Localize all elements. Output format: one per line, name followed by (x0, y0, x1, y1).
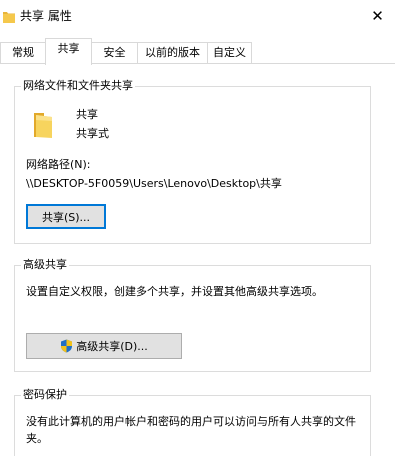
password-protection-description-line1: 没有此计算机的用户帐户和密码的用户可以访问与所有人共享的文件 (26, 415, 356, 428)
network-sharing-title: 网络文件和文件夹共享 (21, 79, 135, 93)
close-icon: ✕ (371, 7, 384, 25)
password-protection-description-line2: 夹。 (26, 432, 48, 445)
tab-security[interactable]: 安全 (91, 42, 138, 64)
network-path-value: \\DESKTOP-5F0059\Users\Lenovo\Desktop\共享 (26, 177, 282, 190)
shared-folder-icon (32, 111, 54, 139)
tab-label: 以前的版本 (145, 46, 200, 59)
tab-strip: 常规 共享 安全 以前的版本 自定义 (0, 34, 395, 65)
tab-label: 安全 (103, 46, 126, 59)
tab-sharing[interactable]: 共享 (45, 38, 92, 65)
tab-label: 常规 (12, 46, 34, 59)
tab-customize[interactable]: 自定义 (207, 42, 252, 64)
advanced-sharing-title: 高级共享 (21, 258, 69, 272)
share-button-label: 共享(S)... (41, 210, 91, 224)
advanced-sharing-button-label: 高级共享(D)... (76, 340, 148, 353)
advanced-sharing-description: 设置自定义权限，创建多个共享，并设置其他高级共享选项。 (26, 285, 323, 298)
share-status: 共享式 (76, 127, 109, 140)
password-protection-title: 密码保护 (21, 388, 69, 402)
folder-icon (3, 9, 15, 23)
window-title: 共享 属性 (20, 9, 72, 23)
network-path-label: 网络路径(N): (26, 158, 91, 171)
advanced-sharing-button[interactable]: 高级共享(D)... (26, 333, 182, 359)
tab-previous-versions[interactable]: 以前的版本 (137, 42, 208, 64)
tab-general[interactable]: 常规 (0, 42, 46, 64)
share-button[interactable]: 共享(S)... (26, 204, 106, 229)
tab-label: 自定义 (213, 46, 246, 59)
close-button[interactable]: ✕ (360, 0, 395, 32)
tab-label: 共享 (57, 42, 80, 55)
uac-shield-icon (60, 339, 73, 353)
folder-name: 共享 (76, 108, 98, 121)
title-bar: 共享 属性 ✕ (0, 0, 395, 34)
